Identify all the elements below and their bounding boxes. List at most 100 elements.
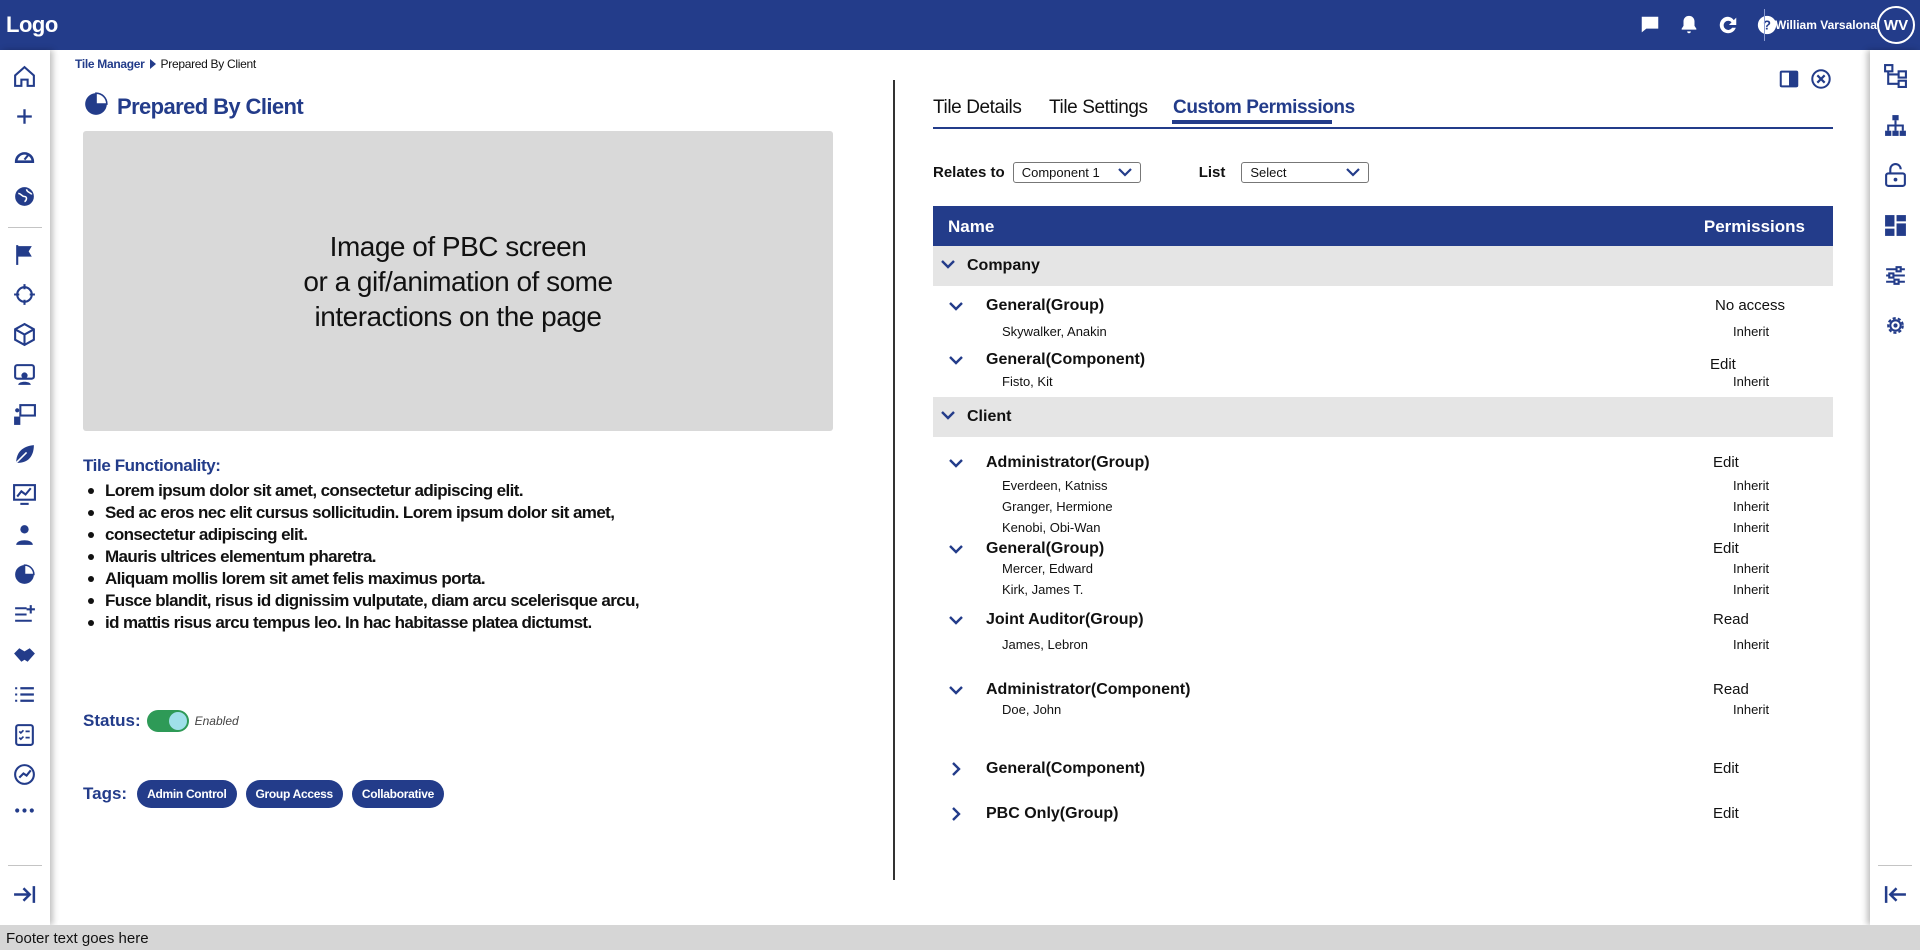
member-permission[interactable]: Inherit [1733, 637, 1769, 652]
group-permission[interactable]: Edit [1713, 540, 1739, 557]
preview-line: Image of PBC screen [329, 230, 587, 262]
member-permission[interactable]: Inherit [1733, 582, 1769, 597]
user-name[interactable]: William Varsalona [1775, 18, 1877, 32]
tab-custom-permissions[interactable]: Custom Permissions [1173, 97, 1355, 119]
chevron-down-icon[interactable] [949, 615, 963, 625]
member-row[interactable]: Kirk, James T. Inherit [933, 581, 1833, 601]
group-row[interactable]: PBC Only(Group) Edit [933, 805, 1833, 825]
globe-icon[interactable] [12, 184, 37, 209]
dashboard-gauge-icon[interactable] [12, 144, 37, 169]
member-row[interactable]: Everdeen, Katniss Inherit [933, 477, 1833, 497]
member-permission[interactable]: Inherit [1733, 520, 1769, 535]
collapse-sidebar-icon[interactable] [1883, 882, 1908, 907]
chat-icon[interactable] [1639, 14, 1661, 36]
network-globe-icon[interactable] [12, 762, 37, 787]
member-permission[interactable]: Inherit [1733, 324, 1769, 339]
unlock-icon[interactable] [1883, 163, 1908, 188]
member-row[interactable]: Doe, John Inherit [933, 701, 1833, 721]
member-permission[interactable]: Inherit [1733, 702, 1769, 717]
column-header-permissions[interactable]: Permissions [1704, 217, 1805, 237]
group-permission[interactable]: Edit [1713, 805, 1739, 822]
member-permission[interactable]: Inherit [1733, 499, 1769, 514]
sliders-icon[interactable] [1883, 263, 1908, 288]
member-permission[interactable]: Inherit [1733, 561, 1769, 576]
group-row[interactable]: General(Component) Edit [933, 351, 1833, 373]
group-row[interactable]: Administrator(Group) Edit [933, 454, 1833, 474]
relates-to-select[interactable]: Component 1 [1012, 162, 1141, 183]
panel-icon-group [1778, 68, 1832, 90]
org-chart-icon[interactable] [1883, 113, 1908, 138]
group-row[interactable]: General(Group) No access [933, 297, 1833, 317]
breadcrumb-parent-link[interactable]: Tile Manager [75, 57, 145, 71]
hierarchy-tree-icon[interactable] [1883, 63, 1908, 88]
bell-icon[interactable] [1678, 14, 1700, 36]
member-permission[interactable]: Inherit [1733, 478, 1769, 493]
handshake-icon[interactable] [12, 642, 37, 667]
member-row[interactable]: Skywalker, Anakin Inherit [933, 323, 1833, 343]
tag-chip[interactable]: Admin Control [137, 780, 237, 808]
group-row[interactable]: General(Component) Edit [933, 760, 1833, 780]
plus-icon[interactable] [12, 104, 37, 129]
group-permission[interactable]: Read [1713, 611, 1749, 628]
chevron-right-icon[interactable] [951, 807, 961, 821]
member-row[interactable]: Mercer, Edward Inherit [933, 560, 1833, 580]
chevron-down-icon[interactable] [949, 544, 963, 554]
column-header-name[interactable]: Name [948, 217, 994, 237]
target-icon[interactable] [12, 282, 37, 307]
group-permission[interactable]: Read [1713, 681, 1749, 698]
chevron-right-icon[interactable] [951, 762, 961, 776]
chevron-down-icon[interactable] [949, 685, 963, 695]
monitor-chart-icon[interactable] [12, 482, 37, 507]
tab-tile-settings[interactable]: Tile Settings [1049, 97, 1148, 119]
chevron-down-icon[interactable] [949, 355, 963, 365]
list-select[interactable]: Select [1241, 162, 1370, 183]
flag-icon[interactable] [12, 242, 37, 267]
member-row[interactable]: James, Lebron Inherit [933, 636, 1833, 656]
chevron-down-icon[interactable] [941, 259, 955, 269]
group-permission[interactable]: Edit [1713, 454, 1739, 471]
tag-chip[interactable]: Group Access [245, 780, 343, 808]
tag-chip[interactable]: Collaborative [351, 780, 444, 808]
member-permission[interactable]: Inherit [1733, 374, 1769, 389]
chevron-down-icon[interactable] [949, 458, 963, 468]
chevron-down-icon[interactable] [941, 410, 955, 420]
group-name: General(Group) [986, 540, 1105, 557]
close-icon[interactable] [1810, 68, 1832, 90]
home-icon[interactable] [12, 64, 37, 89]
group-row[interactable]: Administrator(Component) Read [933, 681, 1833, 701]
member-row[interactable]: Kenobi, Obi-Wan Inherit [933, 519, 1833, 539]
chevron-down-icon [1346, 165, 1361, 180]
member-row[interactable]: Granger, Hermione Inherit [933, 498, 1833, 518]
left-sidebar [0, 50, 50, 925]
group-row[interactable]: Joint Auditor(Group) Read [933, 611, 1833, 631]
clipboard-checklist-icon[interactable] [12, 722, 37, 747]
layout-grid-icon[interactable] [1883, 213, 1908, 238]
avatar[interactable]: WV [1877, 6, 1915, 44]
group-permission[interactable]: Edit [1710, 356, 1736, 373]
section-row-client[interactable]: Client [933, 397, 1833, 437]
expand-sidebar-icon[interactable] [12, 882, 37, 907]
user-screen-icon[interactable] [12, 362, 37, 387]
cube-icon[interactable] [12, 322, 37, 347]
chevron-down-icon[interactable] [949, 301, 963, 311]
refresh-icon[interactable] [1717, 14, 1739, 36]
tab-tile-details[interactable]: Tile Details [933, 97, 1022, 119]
group-permission[interactable]: No access [1715, 297, 1785, 314]
member-row[interactable]: Fisto, Kit Inherit [933, 373, 1833, 393]
side-panel-icon[interactable] [1778, 68, 1800, 90]
section-row-company[interactable]: Company [933, 246, 1833, 286]
pie-chart-icon[interactable] [12, 562, 37, 587]
status-label: Status: [83, 711, 141, 730]
gear-icon[interactable] [1883, 313, 1908, 338]
group-permission[interactable]: Edit [1713, 760, 1739, 777]
logo[interactable]: Logo [6, 12, 58, 38]
presentation-icon[interactable] [12, 402, 37, 427]
person-icon[interactable] [12, 522, 37, 547]
leaf-icon[interactable] [12, 442, 37, 467]
list-add-icon[interactable] [12, 602, 37, 627]
functionality-item: Lorem ipsum dolor sit amet, consectetur … [83, 480, 639, 502]
group-row[interactable]: General(Group) Edit [933, 540, 1833, 560]
more-icon[interactable] [12, 798, 37, 823]
bullet-list-icon[interactable] [12, 682, 37, 707]
status-toggle[interactable] [146, 710, 189, 732]
